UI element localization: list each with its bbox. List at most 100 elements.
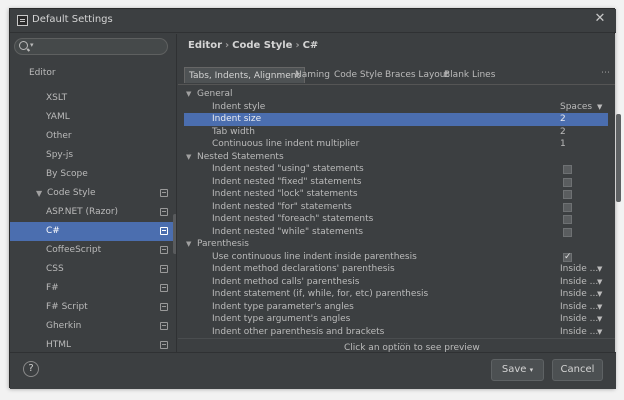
option-checkbox[interactable] — [563, 251, 572, 263]
option-checkbox[interactable] — [563, 177, 572, 187]
option-row[interactable]: Indent type argument's angles Inside ... ▼ — [184, 313, 608, 326]
option-value-field[interactable]: 2 — [560, 113, 566, 126]
option-checkbox[interactable] — [563, 227, 572, 237]
scheme-icon — [160, 189, 168, 197]
options-list: ▼ General Indent style Spaces ▼ Indent size 2 T… — [184, 88, 612, 336]
breadcrumb-item[interactable]: Code Style — [232, 40, 292, 51]
scheme-icon — [160, 208, 168, 216]
expand-arrow-icon[interactable]: ▼ — [36, 184, 42, 203]
expand-arrow-icon[interactable]: ▼ — [186, 238, 191, 251]
scheme-icon — [160, 303, 168, 311]
option-select[interactable]: Spaces — [560, 101, 592, 114]
chevron-down-icon[interactable]: ▼ — [597, 101, 602, 114]
option-checkbox-row[interactable]: Indent nested "for" statements — [184, 201, 608, 214]
chevron-down-icon[interactable]: ▼ — [597, 301, 602, 314]
sidebar-item[interactable]: C# — [10, 222, 173, 241]
sidebar-item[interactable]: By Scope — [10, 165, 173, 184]
sidebar-item[interactable]: YAML — [10, 108, 173, 127]
option-checkbox-row[interactable]: Use continuous line indent inside parent… — [184, 251, 608, 263]
option-label: Continuous line indent multiplier — [212, 139, 360, 149]
option-label: Indent method declarations' parenthesis — [212, 264, 395, 274]
save-button-label: Save — [501, 364, 527, 375]
sidebar-item[interactable]: CSS — [10, 260, 173, 279]
sidebar-item-label: XSLT — [46, 93, 68, 103]
option-select[interactable]: Inside ... — [560, 276, 598, 289]
option-checkbox-row[interactable]: Indent nested "fixed" statements — [184, 176, 608, 189]
tab-tabs-indents-alignment[interactable]: Tabs, Indents, Alignment — [184, 67, 306, 83]
sidebar-item[interactable]: HTML — [10, 336, 173, 352]
sidebar-item[interactable]: Spy-js — [10, 146, 173, 165]
option-checkbox-row[interactable]: Indent nested "lock" statements — [184, 188, 608, 201]
option-section[interactable]: ▼ Nested Statements — [184, 151, 608, 164]
option-row[interactable]: Indent method declarations' parenthesis I… — [184, 263, 608, 276]
sidebar-section-editor[interactable]: Editor — [10, 64, 173, 83]
option-row[interactable]: Continuous line indent multiplier 1 — [184, 138, 608, 151]
options-scrollbar[interactable] — [616, 114, 621, 202]
option-row[interactable]: Indent other parenthesis and brackets Ins… — [184, 326, 608, 337]
option-label: Indent nested "for" statements — [212, 201, 352, 212]
option-checkbox[interactable] — [563, 165, 572, 174]
tab-naming[interactable]: Naming — [291, 67, 334, 83]
scheme-icon — [160, 265, 168, 273]
breadcrumb: Editor › Code Style › C# — [188, 40, 319, 51]
option-label: Indent style — [212, 101, 266, 112]
preview-divider[interactable] — [178, 338, 615, 339]
chevron-down-icon[interactable]: ▼ — [597, 313, 602, 326]
sidebar-item[interactable]: CoffeeScript — [10, 241, 173, 260]
option-row[interactable]: Indent style Spaces ▼ — [184, 101, 608, 114]
cancel-button[interactable]: Cancel — [552, 359, 603, 381]
option-checkbox[interactable] — [563, 190, 572, 199]
scheme-icon — [160, 284, 168, 292]
option-row[interactable]: Indent type parameter's angles Inside ...… — [184, 301, 608, 314]
sidebar-item[interactable]: ASP.NET (Razor) — [10, 203, 173, 222]
breadcrumb-item[interactable]: Editor — [188, 40, 222, 51]
option-row[interactable]: Tab width 2 — [184, 126, 608, 139]
option-value-field[interactable]: 2 — [560, 126, 566, 139]
chevron-down-icon[interactable]: ▼ — [597, 263, 602, 276]
expand-arrow-icon[interactable]: ▼ — [186, 88, 191, 101]
sidebar-item[interactable]: XSLT — [10, 89, 173, 108]
option-select[interactable]: Inside ... — [560, 288, 598, 301]
chevron-down-icon: ▾ — [30, 41, 34, 49]
option-row[interactable]: Indent method calls' parenthesis Inside .… — [184, 276, 608, 289]
option-checkbox-row[interactable]: Indent nested "using" statements — [184, 163, 608, 176]
search-input[interactable]: ▾ — [14, 38, 168, 55]
sidebar-item[interactable]: F# — [10, 279, 173, 298]
option-checkbox-row[interactable]: Indent nested "while" statements — [184, 226, 608, 239]
section-label: General — [197, 89, 233, 99]
option-checkbox[interactable] — [563, 202, 572, 212]
search-icon — [19, 41, 28, 50]
option-select[interactable]: Inside ... — [560, 301, 598, 314]
expand-arrow-icon[interactable]: ▼ — [186, 151, 191, 164]
scheme-icon — [160, 227, 168, 235]
help-button[interactable]: ? — [23, 361, 39, 377]
close-icon[interactable]: ✕ — [593, 12, 607, 26]
sidebar-item[interactable]: F# Script — [10, 298, 173, 317]
option-select[interactable]: Inside ... — [560, 313, 598, 326]
sidebar-item[interactable]: Other — [10, 127, 173, 146]
tab-overflow-icon[interactable]: ⋯ — [601, 68, 610, 78]
option-label: Indent type argument's angles — [212, 314, 351, 324]
option-section[interactable]: ▼ Parenthesis — [184, 238, 608, 251]
sidebar-item-label: CoffeeScript — [46, 245, 102, 255]
scheme-icon — [160, 246, 168, 254]
option-checkbox[interactable] — [563, 215, 572, 224]
option-row[interactable]: Indent size 2 — [184, 113, 608, 126]
option-section[interactable]: ▼ General — [184, 88, 608, 101]
chevron-down-icon[interactable]: ▼ — [597, 276, 602, 289]
sidebar-scrollbar[interactable] — [173, 214, 176, 254]
chevron-down-icon[interactable]: ▼ — [597, 288, 602, 301]
option-select[interactable]: Inside ... — [560, 263, 598, 276]
option-checkbox-row[interactable]: Indent nested "foreach" statements — [184, 213, 608, 226]
chevron-down-icon[interactable]: ▼ — [597, 326, 602, 337]
option-select[interactable]: Inside ... — [560, 326, 598, 337]
option-label: Use continuous line indent inside parent… — [212, 251, 417, 262]
tab-code-style[interactable]: Code Style — [330, 67, 387, 83]
tab-blank-lines[interactable]: Blank Lines — [440, 67, 499, 83]
sidebar-item[interactable]: ▼ Code Style — [10, 184, 173, 203]
save-button[interactable]: Save ▾ — [491, 359, 544, 381]
sidebar-item[interactable]: Gherkin — [10, 317, 173, 336]
scheme-icon — [160, 322, 168, 330]
option-value-field[interactable]: 1 — [560, 138, 566, 151]
option-row[interactable]: Indent statement (if, while, for, etc) p… — [184, 288, 608, 301]
